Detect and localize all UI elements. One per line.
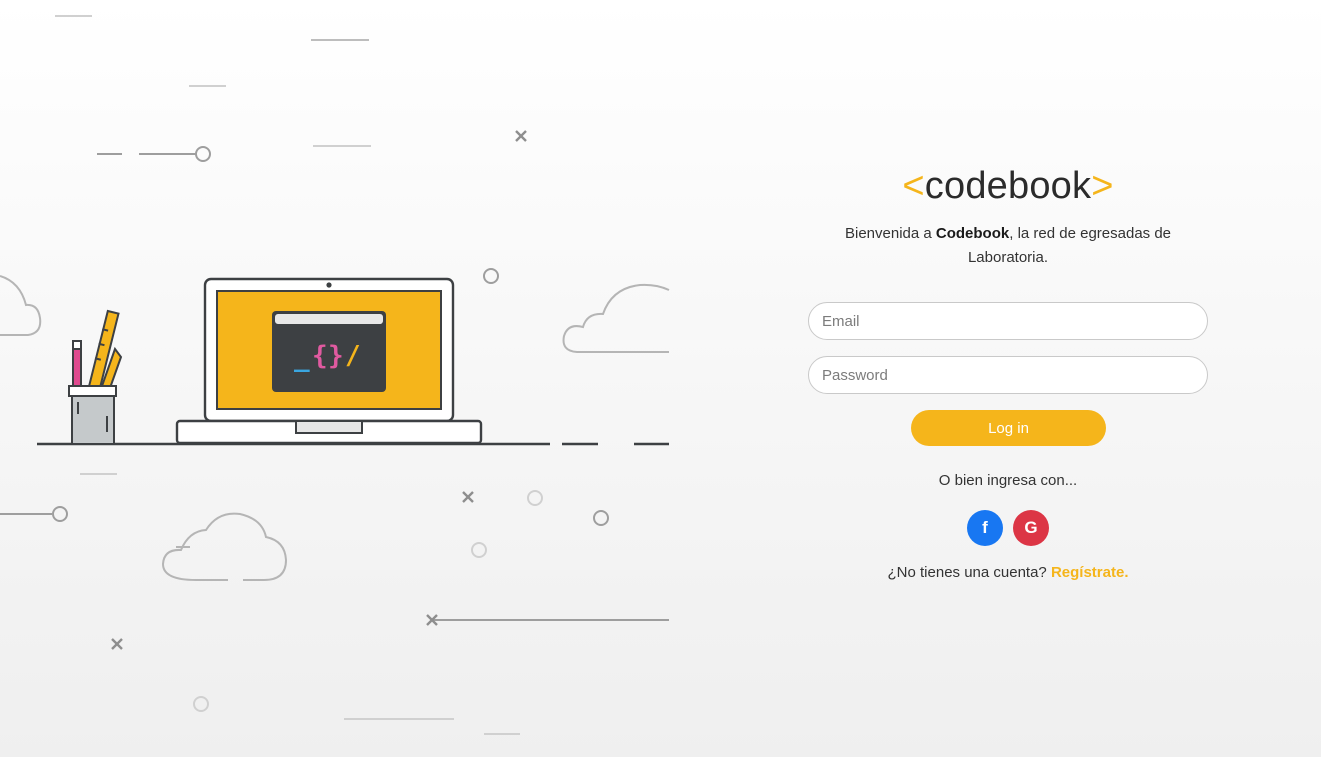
facebook-login-button[interactable]: f [967,510,1003,546]
login-button[interactable]: Log in [911,410,1106,446]
google-icon: G [1024,518,1038,537]
circle-icon [52,506,68,522]
signup-question: ¿No tienes una cuenta? [887,564,1047,581]
signup-link[interactable]: Regístrate. [1051,564,1129,581]
circle-icon [483,268,499,284]
login-panel: <codebook> Bienvenida a Codebook, la red… [808,0,1208,757]
logo-name: codebook [924,165,1092,207]
alternative-login-text: O bien ingresa con... [938,472,1078,489]
pencil-cup [68,309,123,445]
code-underscore: _ [294,343,310,373]
code-brace-open: { [312,341,328,371]
code-slash: / [345,341,361,371]
password-field[interactable] [808,356,1208,394]
google-login-button[interactable]: G [1013,510,1049,546]
circle-icon [195,146,211,162]
welcome-brand: Codebook [935,225,1010,242]
facebook-icon: f [982,518,988,537]
cloud-icon [562,283,670,353]
codebook-logo: <codebook> [808,164,1208,208]
signup-prompt: ¿No tienes una cuenta? Regístrate. [808,562,1208,584]
desk-illustration: _ { } / [0,15,670,735]
email-field[interactable] [808,302,1208,340]
welcome-prefix: Bienvenida a [844,225,936,242]
code-brace-close: } [328,341,344,371]
logo-left-bracket: < [902,165,925,207]
logo-right-bracket: > [1091,165,1114,207]
welcome-text: Bienvenida a Codebook, la red de egresad… [830,222,1186,270]
code-symbols: _ { } / [294,341,361,373]
circle-icon [593,510,609,526]
cloud-icon [0,275,42,336]
